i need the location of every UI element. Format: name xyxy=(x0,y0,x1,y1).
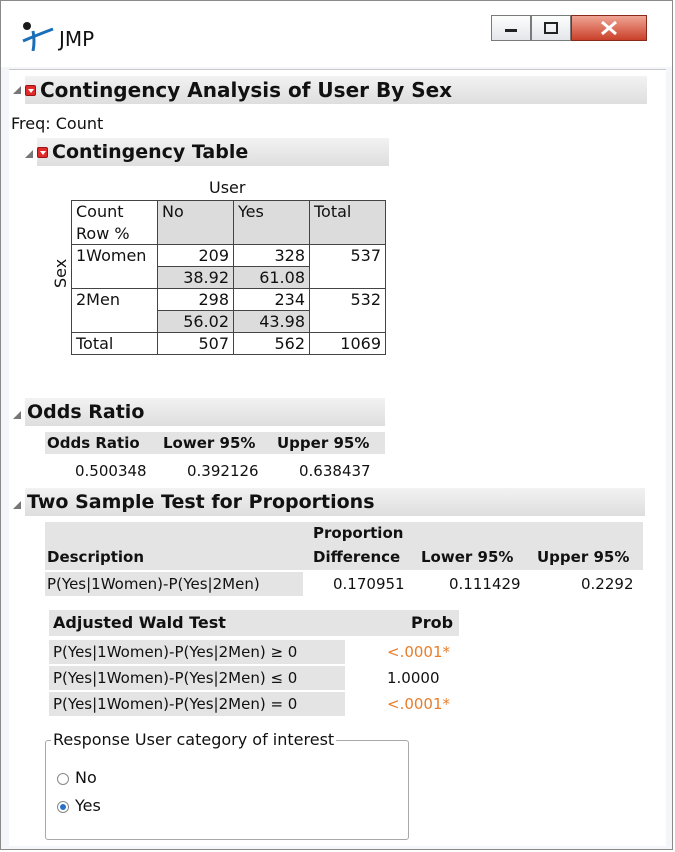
row-label: Total xyxy=(71,332,158,355)
description-cell: P(Yes|1Women)-P(Yes|2Men) xyxy=(45,572,303,596)
radio-button-selected-icon[interactable] xyxy=(57,800,69,813)
prob-header: Prob xyxy=(411,613,454,632)
report-title: Contingency Analysis of User By Sex xyxy=(40,78,453,102)
collapse-triangle-icon[interactable] xyxy=(25,149,34,159)
description-text: P(Yes|1Women)-P(Yes|2Men) xyxy=(47,575,260,593)
minimize-icon xyxy=(505,29,517,32)
table-cell: 532 xyxy=(309,288,386,333)
table-row: Total 507 562 1069 xyxy=(71,332,386,355)
table-cell: 38.92 xyxy=(157,266,234,289)
response-legend: Response User category of interest xyxy=(51,730,337,749)
table-row: 1Women 209 328 537 xyxy=(71,244,386,289)
contingency-title: Contingency Table xyxy=(52,141,249,163)
upper-95-value: 0.638437 xyxy=(299,462,371,480)
column-header: Lower 95% xyxy=(163,434,256,452)
close-button[interactable] xyxy=(571,15,647,41)
header-cell: Count xyxy=(71,200,158,223)
prob-value: <.0001* xyxy=(387,643,451,661)
maximize-button[interactable] xyxy=(531,15,571,41)
wald-header: Adjusted Wald Test Prob xyxy=(49,610,459,636)
title-bar: JMP xyxy=(1,1,672,67)
two-sample-column-headers: Proportion Description Difference Lower … xyxy=(45,522,643,570)
table-cell: 562 xyxy=(233,332,310,355)
contingency-table: Count No Yes Total Row % 1Women 209 328 … xyxy=(71,200,386,355)
prob-value: 1.0000 xyxy=(387,669,440,687)
row-label: 2Men xyxy=(71,288,158,333)
radio-label: No xyxy=(75,768,97,787)
column-header: Upper 95% xyxy=(537,548,630,566)
freq-label: Freq: Count xyxy=(11,114,104,133)
table-cell: 328 xyxy=(233,244,310,267)
radio-label: Yes xyxy=(75,796,101,815)
wald-row-text: P(Yes|1Women)-P(Yes|2Men) ≤ 0 xyxy=(53,669,298,687)
table-cell: 209 xyxy=(157,244,234,267)
response-groupbox xyxy=(45,740,409,840)
table-cell: 61.08 xyxy=(233,266,310,289)
header-cell: Yes xyxy=(233,200,310,245)
header-cell: Total xyxy=(309,200,386,245)
table-header-row: Count No Yes Total xyxy=(71,200,386,245)
header-cell: Row % xyxy=(71,222,158,245)
header-cell: No xyxy=(157,200,234,245)
two-sample-header: Two Sample Test for Proportions xyxy=(25,488,645,516)
radio-option-no[interactable]: No xyxy=(57,768,97,787)
red-triangle-menu-icon[interactable] xyxy=(25,84,36,96)
report-content: Contingency Analysis of User By Sex Freq… xyxy=(9,69,666,846)
radio-button-icon[interactable] xyxy=(57,772,69,785)
column-header: Description xyxy=(47,548,145,566)
report-header: Contingency Analysis of User By Sex xyxy=(25,76,647,104)
row-label: 1Women xyxy=(71,244,158,289)
table-row: 2Men 298 234 532 xyxy=(71,288,386,333)
wald-row-text: P(Yes|1Women)-P(Yes|2Men) = 0 xyxy=(53,695,298,713)
window-title: JMP xyxy=(59,27,95,51)
difference-value: 0.170951 xyxy=(333,575,405,593)
wald-row-text: P(Yes|1Women)-P(Yes|2Men) ≥ 0 xyxy=(53,643,298,661)
table-cell: 298 xyxy=(157,288,234,311)
column-variable-label: User xyxy=(209,178,246,197)
table-cell: 537 xyxy=(309,244,386,289)
odds-ratio-title: Odds Ratio xyxy=(27,401,145,423)
column-header: Odds Ratio xyxy=(47,434,140,452)
row-variable-label: Sex xyxy=(51,258,70,288)
jmp-logo-icon xyxy=(22,22,54,51)
table-cell: 56.02 xyxy=(157,310,234,333)
table-cell: 507 xyxy=(157,332,234,355)
wald-row-label: P(Yes|1Women)-P(Yes|2Men) ≥ 0 xyxy=(49,640,345,664)
lower-95-value: 0.111429 xyxy=(449,575,521,593)
wald-row-label: P(Yes|1Women)-P(Yes|2Men) = 0 xyxy=(49,692,345,716)
column-header: Lower 95% xyxy=(421,548,514,566)
two-sample-title: Two Sample Test for Proportions xyxy=(27,491,375,513)
maximize-icon xyxy=(544,22,558,34)
column-header: Proportion xyxy=(313,524,404,542)
upper-95-value: 0.2292 xyxy=(581,575,634,593)
table-cell: 234 xyxy=(233,288,310,311)
odds-ratio-column-headers: Odds Ratio Lower 95% Upper 95% xyxy=(45,432,385,454)
odds-ratio-header: Odds Ratio xyxy=(25,398,385,426)
collapse-triangle-icon[interactable] xyxy=(13,85,22,95)
prob-value: <.0001* xyxy=(387,695,451,713)
jmp-window: JMP Contingency Analysis of User By Sex … xyxy=(0,0,673,850)
table-cell: 1069 xyxy=(309,332,386,355)
odds-ratio-value: 0.500348 xyxy=(75,462,147,480)
column-header: Difference xyxy=(313,548,401,566)
table-cell: 43.98 xyxy=(233,310,310,333)
wald-row-label: P(Yes|1Women)-P(Yes|2Men) ≤ 0 xyxy=(49,666,345,690)
collapse-triangle-icon[interactable] xyxy=(13,410,22,420)
radio-option-yes[interactable]: Yes xyxy=(57,796,101,815)
minimize-button[interactable] xyxy=(491,15,531,41)
red-triangle-menu-icon[interactable] xyxy=(37,146,48,158)
column-header: Upper 95% xyxy=(277,434,370,452)
contingency-header: Contingency Table xyxy=(37,138,389,166)
collapse-triangle-icon[interactable] xyxy=(13,500,22,510)
lower-95-value: 0.392126 xyxy=(187,462,259,480)
wald-title: Adjusted Wald Test xyxy=(53,613,226,632)
close-icon xyxy=(601,20,617,36)
